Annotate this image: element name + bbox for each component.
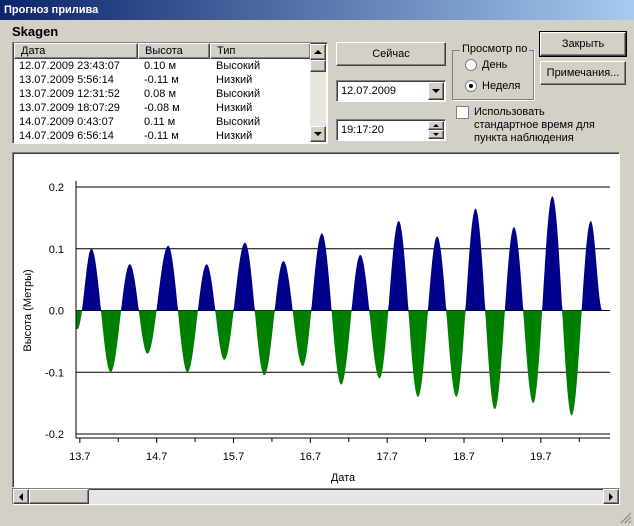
row-type: Высокий bbox=[216, 88, 261, 100]
x-tick-label: 19.7 bbox=[530, 451, 551, 463]
list-item[interactable]: 14.07.2009 6:56:14 -0.11 м Низкий bbox=[13, 129, 310, 143]
y-tick-label: 0.2 bbox=[49, 182, 64, 194]
station-name: Skagen bbox=[12, 24, 59, 39]
arrow-up-icon bbox=[314, 50, 322, 54]
time-down-button[interactable] bbox=[428, 130, 444, 139]
scroll-thumb[interactable] bbox=[29, 489, 89, 504]
y-tick-label: -0.1 bbox=[45, 367, 64, 379]
std-time-label: Использовать стандартное время для пункт… bbox=[474, 106, 595, 145]
x-tick-label: 14.7 bbox=[146, 451, 167, 463]
high-tide-area bbox=[76, 196, 610, 311]
radio-day[interactable] bbox=[465, 59, 477, 71]
x-tick-label: 17.7 bbox=[376, 451, 397, 463]
list-item[interactable]: 13.07.2009 12:31:52 0.08 м Высокий bbox=[13, 87, 310, 101]
y-tick-label: 0.0 bbox=[49, 306, 64, 318]
std-time-label-line: Использовать bbox=[474, 106, 545, 118]
scroll-thumb[interactable] bbox=[310, 60, 326, 72]
arrow-up-icon bbox=[433, 124, 439, 127]
time-spinner[interactable]: 19:17:20 bbox=[336, 119, 446, 141]
column-header-type[interactable]: Тип bbox=[210, 43, 311, 59]
chevron-down-icon bbox=[432, 89, 440, 93]
row-height: 0.08 м bbox=[144, 88, 177, 100]
resize-grip-icon[interactable] bbox=[620, 512, 632, 524]
tide-list[interactable]: Дата Высота Тип 12.07.2009 23:43:07 0.10 … bbox=[12, 42, 328, 144]
x-tick-label: 15.7 bbox=[223, 451, 244, 463]
radio-day-label: День bbox=[482, 59, 508, 71]
std-time-label-line: стандартное время для bbox=[474, 119, 595, 131]
close-button[interactable]: Закрыть bbox=[539, 31, 627, 57]
tide-chart: 0.2 0.1 0.0 -0.1 -0.2 13.7 14.7 15.7 16.7 17.7 18.… bbox=[22, 181, 610, 484]
y-axis-label: Высота (Метры) bbox=[22, 269, 34, 351]
row-date: 13.07.2009 12:31:52 bbox=[19, 88, 120, 100]
date-combo[interactable]: 12.07.2009 bbox=[336, 80, 446, 102]
x-tick-label: 16.7 bbox=[300, 451, 321, 463]
row-height: -0.11 м bbox=[144, 130, 179, 142]
radio-week[interactable] bbox=[465, 80, 477, 92]
date-dropdown-button[interactable] bbox=[428, 82, 444, 100]
row-type: Высокий bbox=[216, 60, 261, 72]
row-date: 13.07.2009 18:07:29 bbox=[19, 102, 120, 114]
arrow-left-icon bbox=[19, 492, 23, 501]
list-item[interactable]: 13.07.2009 18:07:29 -0.08 м Низкий bbox=[13, 101, 310, 115]
row-date: 13.07.2009 5:56:14 bbox=[19, 74, 114, 86]
list-item[interactable]: 14.07.2009 0:43:07 0.11 м Высокий bbox=[13, 115, 310, 129]
x-tick-label: 13.7 bbox=[69, 451, 90, 463]
std-time-label-line: пункта наблюдения bbox=[474, 132, 574, 144]
view-group-label: Просмотр по bbox=[460, 43, 530, 55]
row-height: 0.10 м bbox=[144, 60, 177, 72]
chart-scrollbar[interactable] bbox=[12, 488, 620, 505]
view-groupbox bbox=[452, 50, 534, 100]
tide-chart-panel: 0.2 0.1 0.0 -0.1 -0.2 13.7 14.7 15.7 16.7 17.7 18.… bbox=[12, 152, 620, 488]
arrow-down-icon bbox=[433, 133, 439, 136]
row-date: 14.07.2009 0:43:07 bbox=[19, 116, 114, 128]
row-height: 0.11 м bbox=[144, 116, 176, 128]
y-tick-label: -0.2 bbox=[45, 429, 64, 441]
window-title: Прогноз прилива bbox=[0, 0, 634, 20]
row-date: 14.07.2009 6:56:14 bbox=[19, 130, 114, 142]
column-header-date[interactable]: Дата bbox=[14, 43, 138, 59]
row-type: Низкий bbox=[216, 130, 253, 142]
list-scrollbar[interactable] bbox=[310, 44, 326, 142]
row-height: -0.11 м bbox=[144, 74, 179, 86]
time-up-button[interactable] bbox=[428, 121, 444, 130]
radio-week-label: Неделя bbox=[482, 80, 521, 92]
row-type: Низкий bbox=[216, 74, 253, 86]
arrow-down-icon bbox=[314, 132, 322, 136]
now-button[interactable]: Сейчас bbox=[336, 42, 446, 66]
arrow-right-icon bbox=[609, 492, 613, 501]
scroll-down-button[interactable] bbox=[310, 126, 326, 142]
row-height: -0.08 м bbox=[144, 102, 180, 114]
x-axis-label: Дата bbox=[331, 472, 356, 484]
scroll-up-button[interactable] bbox=[310, 44, 326, 60]
notes-button[interactable]: Примечания... bbox=[540, 61, 626, 85]
list-item[interactable]: 12.07.2009 23:43:07 0.10 м Высокий bbox=[13, 59, 310, 73]
x-tick-label: 18.7 bbox=[453, 451, 474, 463]
row-date: 12.07.2009 23:43:07 bbox=[19, 60, 120, 72]
date-value: 12.07.2009 bbox=[341, 85, 397, 97]
low-tide-area bbox=[76, 310, 610, 416]
list-item[interactable]: 13.07.2009 5:56:14 -0.11 м Низкий bbox=[13, 73, 310, 87]
time-value: 19:17:20 bbox=[341, 124, 384, 136]
row-type: Низкий bbox=[216, 102, 253, 114]
std-time-checkbox[interactable] bbox=[456, 106, 469, 119]
y-tick-label: 0.1 bbox=[49, 244, 64, 256]
scroll-right-button[interactable] bbox=[603, 489, 619, 504]
scroll-left-button[interactable] bbox=[13, 489, 29, 504]
column-header-height[interactable]: Высота bbox=[138, 43, 210, 59]
row-type: Высокий bbox=[216, 116, 261, 128]
